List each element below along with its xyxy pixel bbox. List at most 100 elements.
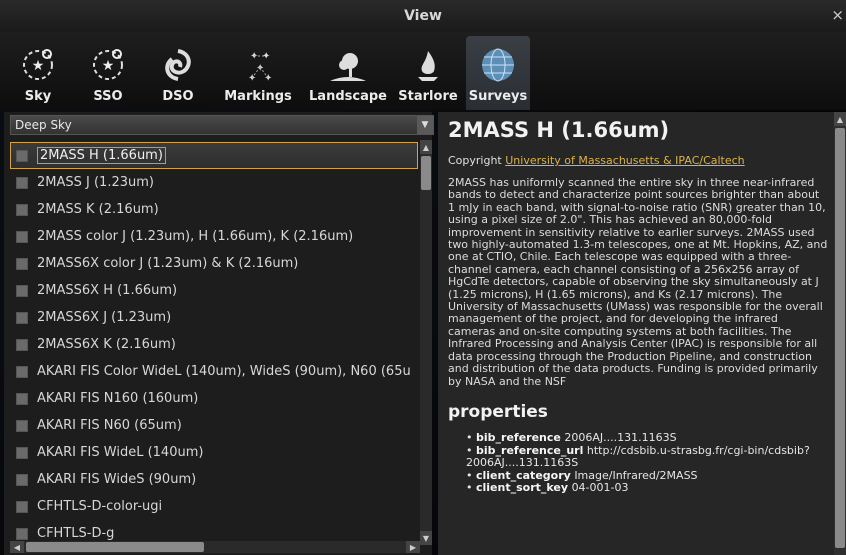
list-item-label: AKARI FIS N160 (160um) (37, 391, 199, 406)
list-item[interactable]: AKARI FIS WideL (140um) (10, 439, 418, 466)
list-item-label: CFHTLS-D-g (37, 526, 115, 541)
survey-title: 2MASS H (1.66um) (448, 118, 670, 142)
checkbox[interactable] (16, 419, 28, 432)
category-value: Deep Sky (15, 118, 72, 132)
title-bar[interactable]: View × (0, 0, 846, 32)
category-select[interactable]: Deep Sky ▼ (10, 115, 434, 135)
window-title: View (404, 8, 442, 24)
copyright-label: Copyright (448, 154, 502, 167)
tab-label: SSO (93, 89, 123, 104)
property-value: 2006AJ....131.1163S (564, 430, 677, 444)
list-item-label: AKARI FIS WideL (140um) (37, 445, 204, 460)
checkbox[interactable] (16, 500, 28, 513)
checkbox[interactable] (16, 392, 28, 405)
list-item[interactable]: 2MASS6X J (1.23um) (10, 304, 418, 331)
survey-list[interactable]: 2MASS H (1.66um) 2MASS J (1.23um) 2MASS … (10, 142, 418, 542)
view-dialog: View × ★ Sky ★ SSO DSO ✦ ✦ ✦ ✦ ✦ Markings (0, 0, 846, 555)
checkbox[interactable] (16, 203, 28, 216)
survey-list-panel: Deep Sky ▼ 2MASS H (1.66um) 2MASS J (1.2… (4, 112, 434, 555)
list-item[interactable]: 2MASS6X K (2.16um) (10, 331, 418, 358)
properties-list: bib_reference 2006AJ....131.1163S bib_re… (448, 430, 828, 495)
list-item-label: 2MASS6X K (2.16um) (37, 337, 176, 352)
property-item: client_sort_key 04-001-03 (466, 481, 828, 495)
property-key: bib_reference (476, 430, 561, 444)
survey-detail-panel: 2MASS H (1.66um) Copyright University of… (438, 112, 846, 555)
scroll-right-icon[interactable]: ▶ (406, 541, 420, 553)
tab-label: Surveys (468, 89, 528, 104)
scrollbar-thumb[interactable] (421, 156, 431, 190)
checkbox[interactable] (16, 230, 28, 243)
property-key: client_category (476, 468, 571, 482)
tab-dso[interactable]: DSO (146, 36, 210, 110)
property-item: bib_reference_url http://cdsbib.u-strasb… (466, 444, 828, 470)
svg-text:★: ★ (32, 58, 45, 74)
list-item[interactable]: 2MASS6X H (1.66um) (10, 277, 418, 304)
checkbox[interactable] (16, 446, 28, 459)
list-item[interactable]: 2MASS J (1.23um) (10, 169, 418, 196)
checkbox[interactable] (16, 257, 28, 270)
checkbox[interactable] (16, 338, 28, 351)
list-item[interactable]: 2MASS color J (1.23um), H (1.66um), K (2… (10, 223, 418, 250)
tab-landscape[interactable]: Landscape (306, 36, 390, 110)
list-item-label: CFHTLS-D-color-ugi (37, 499, 163, 514)
list-item-label: 2MASS color J (1.23um), H (1.66um), K (2… (37, 229, 354, 244)
list-item[interactable]: AKARI FIS Color WideL (140um), WideS (90… (10, 358, 418, 385)
scroll-left-icon[interactable]: ◀ (10, 541, 24, 553)
checkbox[interactable] (16, 527, 28, 540)
list-item-label: 2MASS6X J (1.23um) (37, 310, 172, 325)
tab-starlore[interactable]: Starlore (396, 36, 460, 110)
list-vertical-scrollbar[interactable]: ▲ ▼ (420, 140, 432, 545)
list-item[interactable]: 2MASS6X color J (1.23um) & K (2.16um) (10, 250, 418, 277)
list-item[interactable]: AKARI FIS N60 (65um) (10, 412, 418, 439)
checkbox[interactable] (16, 311, 28, 324)
checkbox[interactable] (16, 149, 28, 162)
checkbox[interactable] (16, 284, 28, 297)
scroll-up-icon[interactable]: ▲ (834, 112, 846, 126)
list-item-label: 2MASS6X H (1.66um) (37, 283, 178, 298)
list-item-label: AKARI FIS WideS (90um) (37, 472, 197, 487)
list-item[interactable]: CFHTLS-D-color-ugi (10, 493, 418, 520)
tab-bar: ★ Sky ★ SSO DSO ✦ ✦ ✦ ✦ ✦ Markings Lands… (0, 32, 846, 110)
property-value: Image/Infrared/2MASS (574, 468, 698, 482)
checkbox[interactable] (16, 176, 28, 189)
detail-vertical-scrollbar[interactable]: ▲ (834, 112, 846, 555)
checkbox[interactable] (16, 365, 28, 378)
list-item-label: 2MASS H (1.66um) (37, 147, 166, 164)
checkbox[interactable] (16, 473, 28, 486)
close-icon[interactable]: × (831, 6, 844, 24)
property-value: 04-001-03 (571, 481, 629, 495)
list-item[interactable]: AKARI FIS N160 (160um) (10, 385, 418, 412)
list-item[interactable]: AKARI FIS WideS (90um) (10, 466, 418, 493)
tab-surveys[interactable]: Surveys (466, 36, 530, 110)
list-item[interactable]: CFHTLS-D-g (10, 520, 418, 542)
copyright-link[interactable]: University of Massachusetts & IPAC/Calte… (505, 154, 744, 167)
sso-icon: ★ (88, 45, 128, 85)
list-item[interactable]: 2MASS H (1.66um) (10, 142, 418, 169)
list-item-label: 2MASS K (2.16um) (37, 202, 159, 217)
survey-description: 2MASS has uniformly scanned the entire s… (448, 176, 828, 388)
svg-text:★: ★ (102, 58, 115, 74)
scrollbar-thumb[interactable] (835, 128, 845, 548)
scroll-down-icon[interactable]: ▼ (420, 531, 432, 545)
markings-icon: ✦ ✦ ✦ ✦ ✦ (238, 45, 278, 85)
copyright-line: Copyright University of Massachusetts & … (448, 154, 828, 167)
list-item-label: 2MASS J (1.23um) (37, 175, 154, 190)
tab-label: DSO (162, 89, 194, 104)
list-item-label: 2MASS6X color J (1.23um) & K (2.16um) (37, 256, 299, 271)
scroll-up-icon[interactable]: ▲ (420, 140, 432, 154)
chevron-down-icon[interactable]: ▼ (417, 116, 433, 134)
tab-markings[interactable]: ✦ ✦ ✦ ✦ ✦ Markings (216, 36, 300, 110)
scrollbar-thumb[interactable] (26, 542, 204, 552)
properties-heading: properties (448, 401, 548, 422)
starlore-icon (408, 45, 448, 85)
tab-sso[interactable]: ★ SSO (76, 36, 140, 110)
tab-sky[interactable]: ★ Sky (6, 36, 70, 110)
detail-content: 2MASS H (1.66um) Copyright University of… (448, 118, 828, 495)
list-item[interactable]: 2MASS K (2.16um) (10, 196, 418, 223)
list-horizontal-scrollbar[interactable]: ◀ ▶ (10, 541, 420, 553)
landscape-icon (328, 45, 368, 85)
tab-label: Landscape (309, 89, 387, 104)
tab-label: Markings (224, 89, 292, 104)
svg-text:✦: ✦ (248, 73, 256, 84)
sky-icon: ★ (18, 45, 58, 85)
